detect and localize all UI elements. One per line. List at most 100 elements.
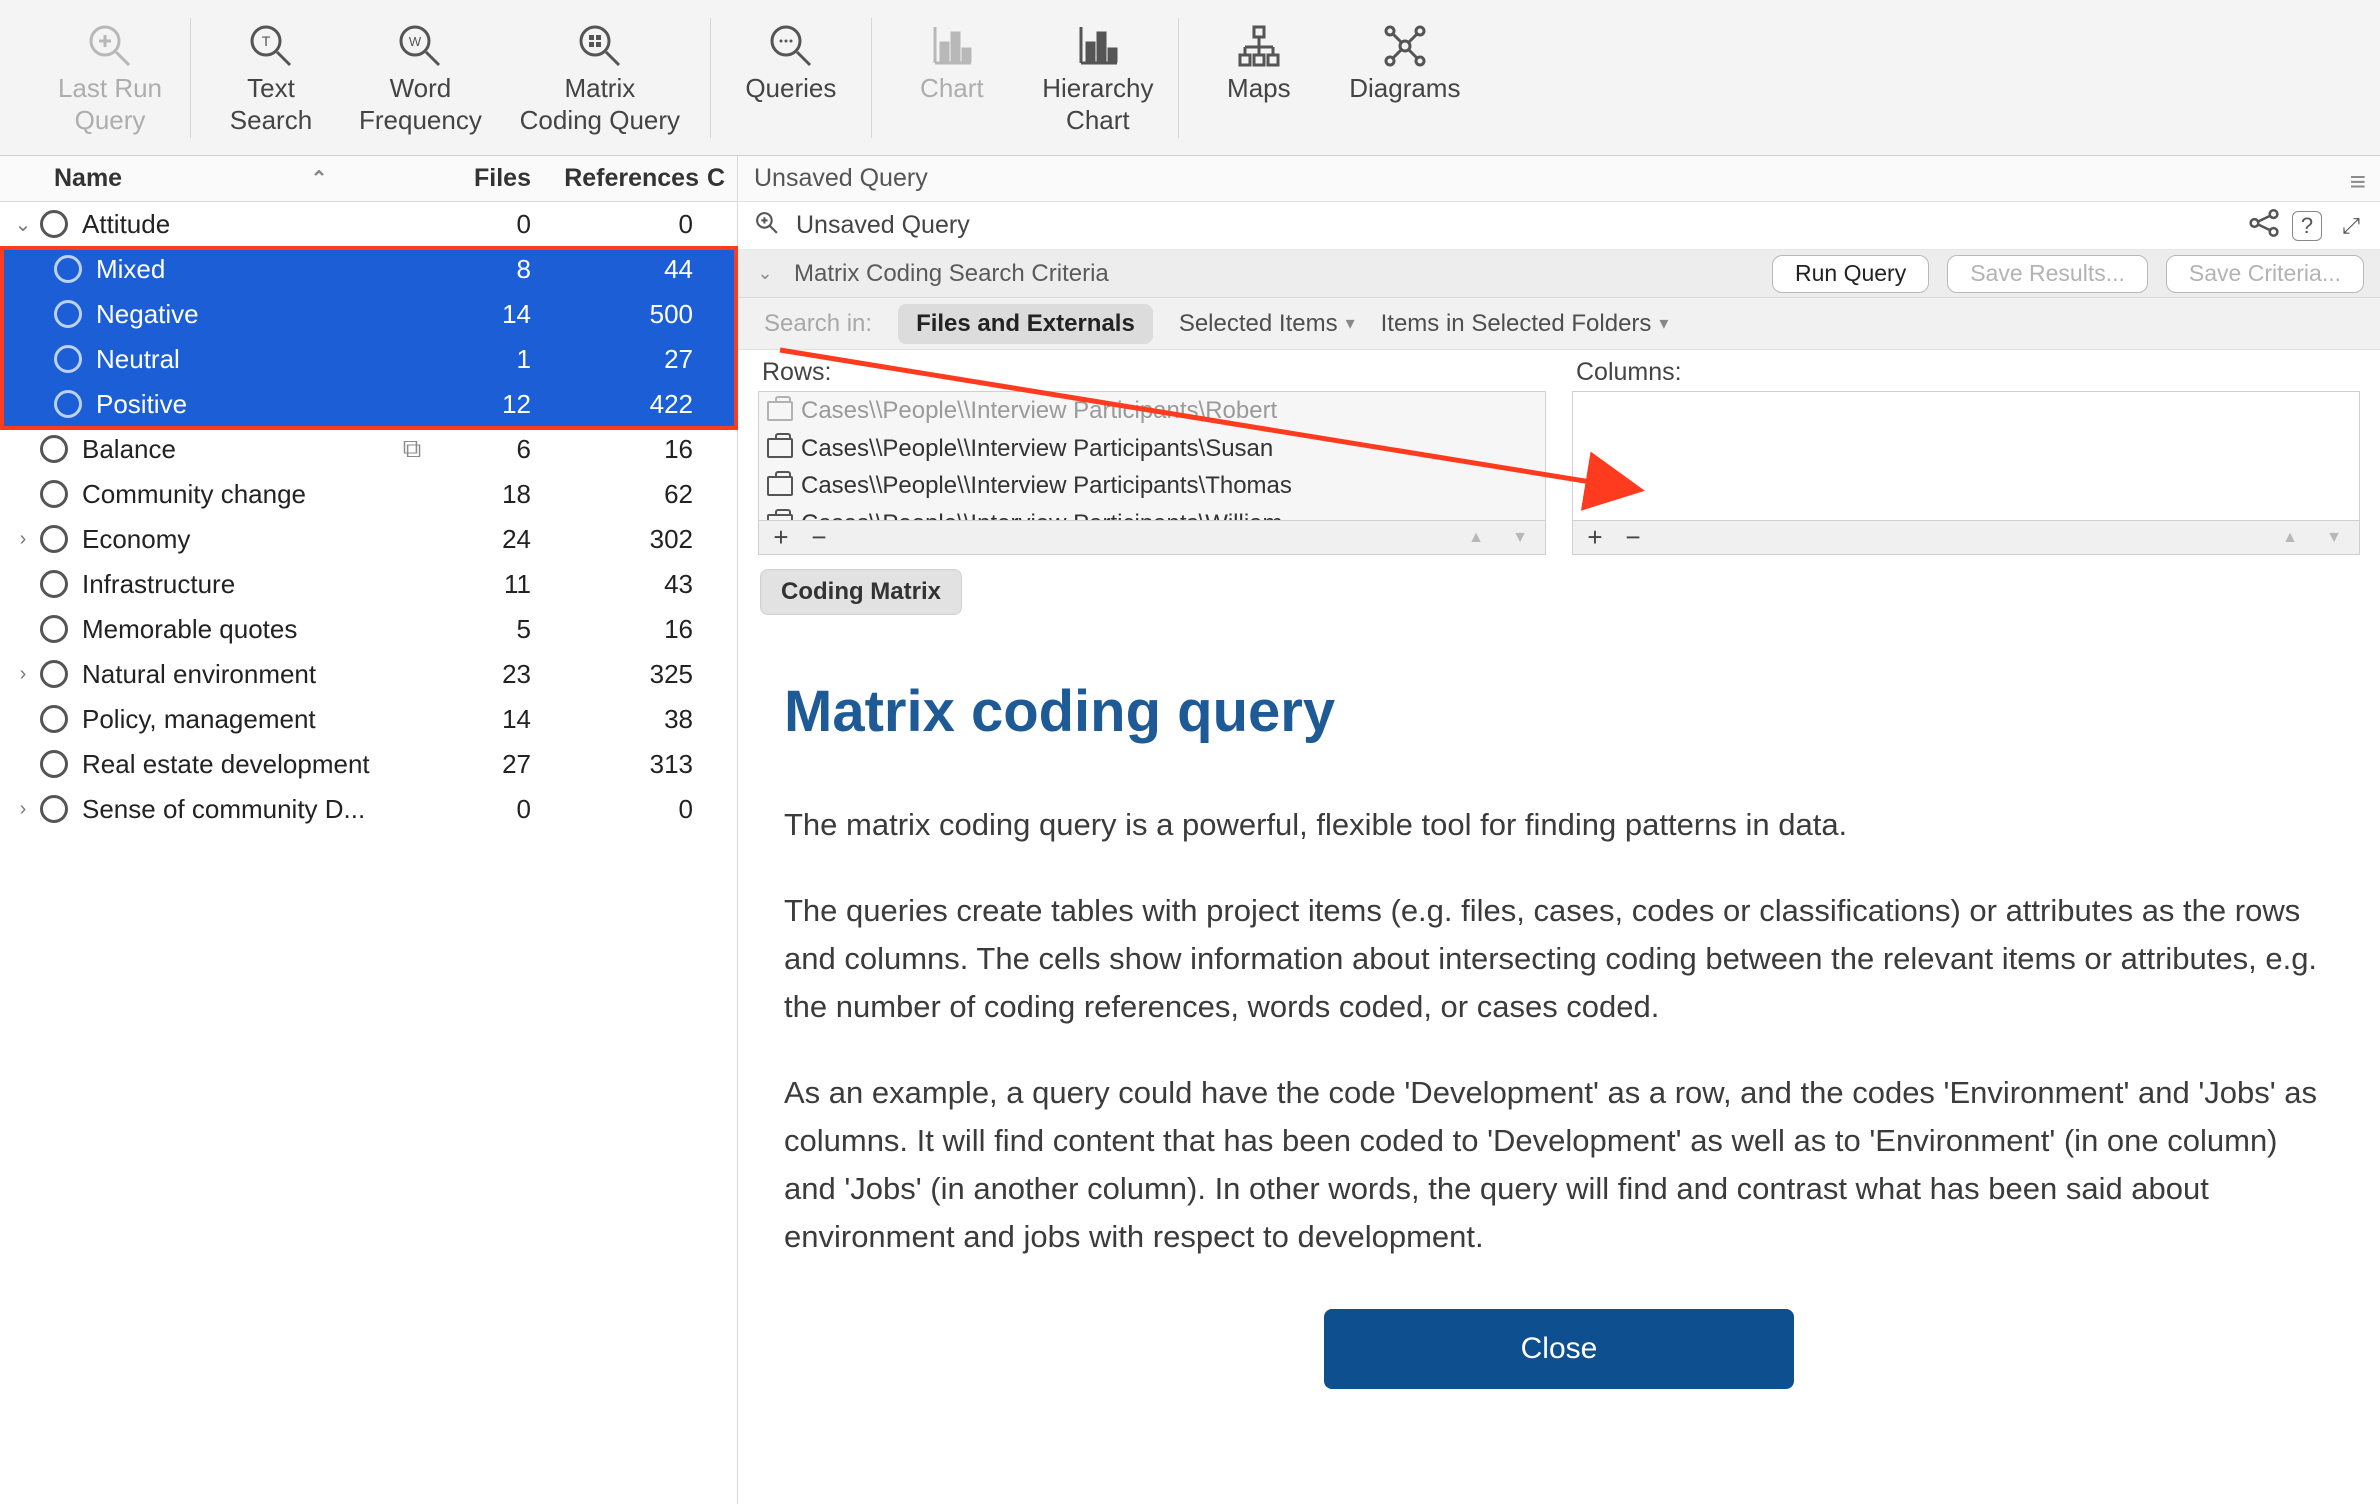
tree-row[interactable]: ›Natural environment23325 <box>0 652 737 697</box>
remove-col-button[interactable]: − <box>1621 522 1645 553</box>
network-icon <box>1380 19 1430 73</box>
node-icon <box>40 750 68 778</box>
hierarchy-chart-button[interactable]: HierarchyChart <box>1028 13 1168 143</box>
article-paragraph: The matrix coding query is a powerful, f… <box>784 801 2320 849</box>
tree-row[interactable]: Mixed844 <box>0 247 737 292</box>
toolbar-divider <box>190 18 191 138</box>
bar-chart-icon <box>1073 19 1123 73</box>
close-button[interactable]: Close <box>1324 1309 1794 1389</box>
last-run-query-button[interactable]: Last RunQuery <box>40 13 180 143</box>
search-in-label: Search in: <box>764 310 872 338</box>
rows-item[interactable]: Cases\\People\\Interview Participants\Su… <box>759 430 1545 468</box>
rows-item-label: Cases\\People\\Interview Participants\Su… <box>801 432 1273 466</box>
queries-button[interactable]: Queries <box>721 13 861 143</box>
rows-item[interactable]: Cases\\People\\Interview Participants\Ro… <box>759 392 1545 430</box>
rows-block: Rows: Cases\\People\\Interview Participa… <box>758 358 1546 555</box>
row-files: 12 <box>435 389 531 420</box>
magnifier-plus-icon <box>752 210 782 242</box>
row-files: 5 <box>435 614 531 645</box>
node-icon <box>54 300 82 328</box>
rows-item-label: Cases\\People\\Interview Participants\Th… <box>801 469 1292 503</box>
tree-row[interactable]: ⌄Attitude00 <box>0 202 737 247</box>
rows-item[interactable]: Cases\\People\\Interview Participants\Wi… <box>759 505 1545 521</box>
search-opt-folders[interactable]: Items in Selected Folders▾ <box>1381 310 1669 338</box>
expand-icon[interactable]: ⤢ <box>2336 213 2366 239</box>
column-headers[interactable]: Name ⌃ Files References C <box>0 156 737 202</box>
row-name: Neutral <box>96 344 389 375</box>
tree-row[interactable]: Neutral127 <box>0 337 737 382</box>
node-icon <box>40 705 68 733</box>
search-opt-selected[interactable]: Selected Items▾ <box>1179 310 1355 338</box>
add-col-button[interactable]: + <box>1583 522 1607 553</box>
move-up-icon[interactable]: ▲ <box>1461 529 1491 547</box>
bar-chart-icon <box>927 19 977 73</box>
row-references: 325 <box>535 659 703 690</box>
col-extra[interactable]: C <box>707 164 737 193</box>
move-up-icon[interactable]: ▲ <box>2275 529 2305 547</box>
tree-row[interactable]: ›Sense of community D...00 <box>0 787 737 832</box>
row-references: 16 <box>535 614 703 645</box>
remove-row-button[interactable]: − <box>807 522 831 553</box>
tree-row[interactable]: ›Economy24302 <box>0 517 737 562</box>
magnifier-plus-icon <box>85 19 135 73</box>
row-references: 27 <box>535 344 703 375</box>
add-row-button[interactable]: + <box>769 522 793 553</box>
tree-row[interactable]: Policy, management1438 <box>0 697 737 742</box>
codes-panel: Name ⌃ Files References C ⌄Attitude00Mix… <box>0 156 738 1504</box>
row-name: Economy <box>82 524 389 555</box>
row-name: Community change <box>82 479 389 510</box>
coding-matrix-chip[interactable]: Coding Matrix <box>760 569 2380 615</box>
tree-row[interactable]: Memorable quotes516 <box>0 607 737 652</box>
tree-row[interactable]: Real estate development27313 <box>0 742 737 787</box>
article-paragraph: As an example, a query could have the co… <box>784 1069 2320 1261</box>
disclosure-icon[interactable]: ⌄ <box>754 263 776 284</box>
word-frequency-button[interactable]: W WordFrequency <box>347 13 494 143</box>
col-files[interactable]: Files <box>443 164 539 193</box>
col-name[interactable]: Name <box>0 164 295 193</box>
row-name: Negative <box>96 299 389 330</box>
tab-unsaved-query[interactable]: Unsaved Query <box>754 164 928 193</box>
columns-block: Columns: + − ▲ ▼ <box>1572 358 2360 555</box>
row-files: 23 <box>435 659 531 690</box>
node-icon <box>40 615 68 643</box>
sort-indicator-icon[interactable]: ⌃ <box>295 166 343 191</box>
matrix-coding-query-button[interactable]: MatrixCoding Query <box>500 13 700 143</box>
node-icon <box>40 480 68 508</box>
text-search-button[interactable]: T TextSearch <box>201 13 341 143</box>
disclosure-icon[interactable]: › <box>10 663 36 686</box>
tree-row[interactable]: Negative14500 <box>0 292 737 337</box>
tree-row[interactable]: Infrastructure1143 <box>0 562 737 607</box>
row-files: 11 <box>435 569 531 600</box>
disclosure-icon[interactable]: › <box>10 798 36 821</box>
panel-menu-icon[interactable]: ≡ <box>2350 166 2366 198</box>
save-criteria-button[interactable]: Save Criteria... <box>2166 255 2364 293</box>
run-query-button[interactable]: Run Query <box>1772 255 1929 293</box>
query-panel: ≡ Unsaved Query Unsaved Query ? ⤢ ⌄ Matr… <box>738 156 2380 1504</box>
codes-tree[interactable]: ⌄Attitude00Mixed844Negative14500Neutral1… <box>0 202 737 832</box>
tree-row[interactable]: Balance⧉616 <box>0 427 737 472</box>
row-references: 62 <box>535 479 703 510</box>
move-down-icon[interactable]: ▼ <box>2319 529 2349 547</box>
col-references[interactable]: References <box>539 164 707 193</box>
disclosure-icon[interactable]: › <box>10 528 36 551</box>
caret-down-icon: ▾ <box>1346 313 1355 334</box>
tree-row[interactable]: Positive12422 <box>0 382 737 427</box>
rows-list[interactable]: Cases\\People\\Interview Participants\Ro… <box>758 391 1546 521</box>
row-files: 14 <box>435 704 531 735</box>
diagrams-button[interactable]: Diagrams <box>1335 13 1475 143</box>
rows-item[interactable]: Cases\\People\\Interview Participants\Th… <box>759 467 1545 505</box>
tree-row[interactable]: Community change1862 <box>0 472 737 517</box>
maps-button[interactable]: Maps <box>1189 13 1329 143</box>
help-icon[interactable]: ? <box>2292 211 2322 241</box>
share-icon[interactable] <box>2248 209 2278 243</box>
row-files: 0 <box>435 794 531 825</box>
search-opt-files[interactable]: Files and Externals <box>898 304 1153 344</box>
chart-button[interactable]: Chart <box>882 13 1022 143</box>
columns-list[interactable] <box>1572 391 2360 521</box>
case-icon <box>767 401 793 421</box>
row-files: 8 <box>435 254 531 285</box>
disclosure-icon[interactable]: ⌄ <box>10 212 36 237</box>
move-down-icon[interactable]: ▼ <box>1505 529 1535 547</box>
save-results-button[interactable]: Save Results... <box>1947 255 2148 293</box>
tab-strip[interactable]: Unsaved Query <box>738 156 2380 202</box>
